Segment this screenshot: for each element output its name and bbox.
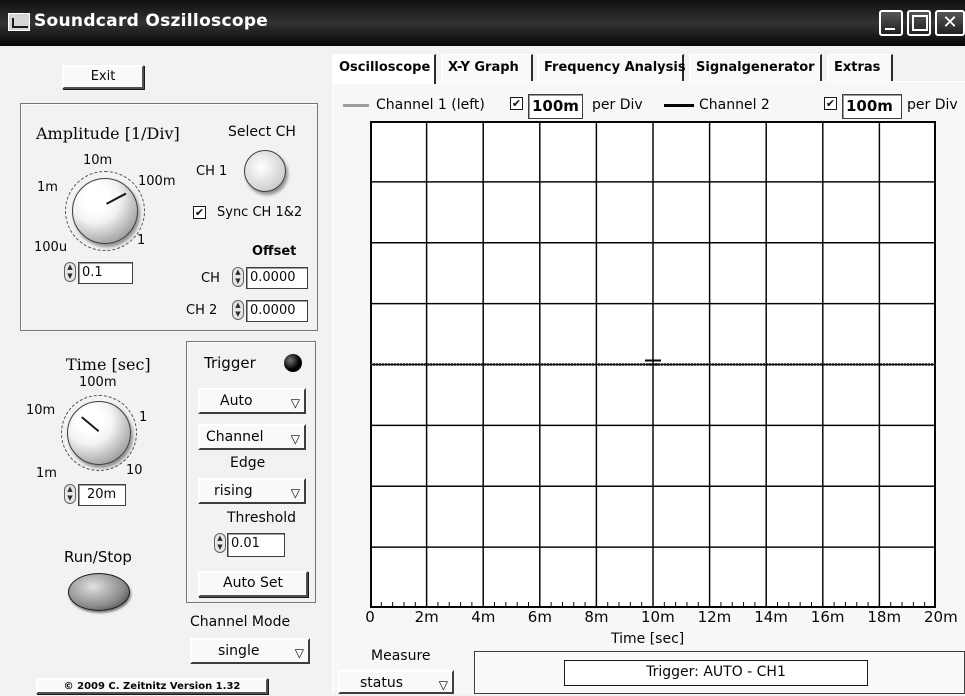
- channel-mode-label: Channel Mode: [190, 614, 291, 630]
- ch1-per-div-label: per Div: [592, 97, 643, 113]
- x-tick-label: 16m: [810, 608, 845, 626]
- ch1-checkbox[interactable]: ✔: [510, 97, 523, 110]
- auto-set-button[interactable]: Auto Set: [198, 571, 308, 597]
- offset-ch2-input[interactable]: 0.0000: [246, 300, 308, 322]
- sync-checkbox[interactable]: ✔: [193, 206, 206, 219]
- run-stop-button[interactable]: [68, 573, 130, 611]
- offset-ch2-label: CH 2: [186, 303, 218, 318]
- oscilloscope-plot[interactable]: [370, 121, 936, 608]
- tab-extras[interactable]: Extras: [827, 54, 893, 81]
- select-ch-label: Select CH: [228, 124, 296, 140]
- select-ch-button[interactable]: [244, 150, 286, 192]
- trigger-channel-dropdown[interactable]: Channel ▽: [198, 424, 306, 450]
- tab-xy-graph[interactable]: X-Y Graph: [441, 54, 533, 81]
- offset-ch-input[interactable]: 0.0000: [246, 267, 308, 289]
- x-tick-label: 18m: [867, 608, 902, 626]
- ch2-div-input[interactable]: 100m: [842, 94, 902, 119]
- amp-dial-right-label: 100m: [138, 174, 176, 189]
- maximize-button[interactable]: [907, 10, 931, 36]
- dropdown-arrow-icon: ▽: [290, 396, 300, 410]
- trigger-edge-value: rising: [214, 483, 253, 499]
- x-tick-label: 14m: [754, 608, 788, 626]
- run-stop-label: Run/Stop: [64, 548, 132, 566]
- measure-dropdown[interactable]: status ▽: [338, 670, 454, 694]
- channel-mode-dropdown[interactable]: single ▽: [190, 638, 310, 664]
- amp-dial-bottom-left-label: 100u: [34, 240, 68, 255]
- x-tick-label: 10m: [641, 608, 675, 626]
- offset-ch-spinner[interactable]: ▲ ▼: [232, 267, 244, 287]
- window-title: Soundcard Oszilloscope: [34, 11, 269, 31]
- amp-dial-top-label: 10m: [83, 153, 113, 168]
- tab-signalgenerator[interactable]: Signalgenerator: [689, 54, 822, 81]
- ch2-label: Channel 2: [699, 97, 770, 113]
- close-button[interactable]: ✕: [935, 10, 965, 36]
- amplitude-knob[interactable]: [72, 178, 138, 244]
- time-dial-bottom-left-label: 1m: [36, 466, 57, 481]
- copyright-label: © 2009 C. Zeitnitz Version 1.32: [36, 678, 268, 694]
- exit-button[interactable]: Exit: [62, 65, 144, 89]
- x-tick-label: 20m: [924, 608, 958, 626]
- ch2-checkbox[interactable]: ✔: [824, 97, 837, 110]
- trigger-mode-value: Auto: [220, 393, 253, 409]
- time-title: Time [sec]: [66, 355, 151, 374]
- plot-svg: [370, 121, 936, 608]
- trigger-edge-dropdown[interactable]: rising ▽: [198, 478, 306, 504]
- amplitude-title: Amplitude [1/Div]: [36, 124, 180, 143]
- ch1-line-icon: [343, 104, 369, 107]
- measure-label: Measure: [371, 648, 431, 664]
- time-value-input[interactable]: 20m: [78, 484, 126, 506]
- threshold-input[interactable]: 0.01: [227, 533, 285, 557]
- trigger-group: [186, 341, 316, 603]
- minimize-button[interactable]: [879, 10, 903, 36]
- tab-oscilloscope[interactable]: Oscilloscope: [332, 54, 436, 84]
- threshold-label: Threshold: [227, 510, 296, 526]
- title-bar[interactable]: Soundcard Oszilloscope ✕: [0, 0, 965, 46]
- ch1-select-label: CH 1: [196, 164, 228, 179]
- x-tick-label: 4m: [471, 608, 496, 626]
- app-icon: [8, 13, 30, 31]
- ch2-line-icon: [664, 104, 694, 107]
- channel-mode-value: single: [218, 643, 260, 659]
- dropdown-arrow-icon: ▽: [290, 432, 300, 446]
- measure-value: status: [360, 675, 404, 691]
- tab-frequency-analysis[interactable]: Frequency Analysis: [537, 54, 686, 81]
- offset-ch-label: CH: [201, 271, 220, 286]
- amplitude-value-input[interactable]: 0.1: [78, 262, 133, 284]
- x-tick-labels: 0 2m 4m 6m 8m 10m 12m 14m 16m 18m 20m: [360, 608, 960, 632]
- time-dial-bottom-right-label: 10: [126, 463, 143, 478]
- dropdown-arrow-icon: ▽: [438, 678, 448, 692]
- amplitude-knob-pointer: [106, 192, 127, 205]
- time-dial-top-label: 100m: [79, 375, 117, 390]
- x-tick-label: 0: [365, 608, 375, 626]
- x-tick-label: 12m: [697, 608, 732, 626]
- edge-label: Edge: [230, 455, 266, 471]
- time-knob[interactable]: [67, 401, 131, 465]
- trigger-status-display: Trigger: AUTO - CH1: [564, 660, 868, 686]
- offset-label: Offset: [252, 244, 297, 259]
- ch2-per-div-label: per Div: [907, 97, 958, 113]
- time-dial-left-label: 10m: [26, 403, 56, 418]
- trigger-channel-value: Channel: [206, 429, 264, 445]
- x-tick-label: 2m: [414, 608, 439, 626]
- time-dial-right-label: 1: [139, 410, 148, 425]
- x-tick-label: 6m: [527, 608, 552, 626]
- threshold-spinner[interactable]: ▲ ▼: [214, 533, 226, 553]
- dropdown-arrow-icon: ▽: [290, 486, 300, 500]
- x-tick-label: 8m: [584, 608, 609, 626]
- amp-dial-bottom-right-label: 1: [137, 233, 146, 248]
- ch1-label: Channel 1 (left): [376, 97, 485, 113]
- trigger-led-icon: [284, 354, 302, 372]
- x-axis-label: Time [sec]: [611, 631, 685, 647]
- time-knob-pointer: [81, 416, 100, 432]
- sync-label: Sync CH 1&2: [217, 205, 303, 220]
- offset-ch2-spinner[interactable]: ▲ ▼: [232, 300, 244, 320]
- time-spinner[interactable]: ▲ ▼: [64, 484, 76, 504]
- dropdown-arrow-icon: ▽: [294, 646, 304, 660]
- trigger-title: Trigger: [204, 354, 256, 372]
- trigger-mode-dropdown[interactable]: Auto ▽: [198, 388, 306, 414]
- amplitude-spinner[interactable]: ▲ ▼: [64, 262, 76, 282]
- ch1-div-input[interactable]: 100m: [528, 94, 583, 119]
- amp-dial-left-label: 1m: [37, 180, 58, 195]
